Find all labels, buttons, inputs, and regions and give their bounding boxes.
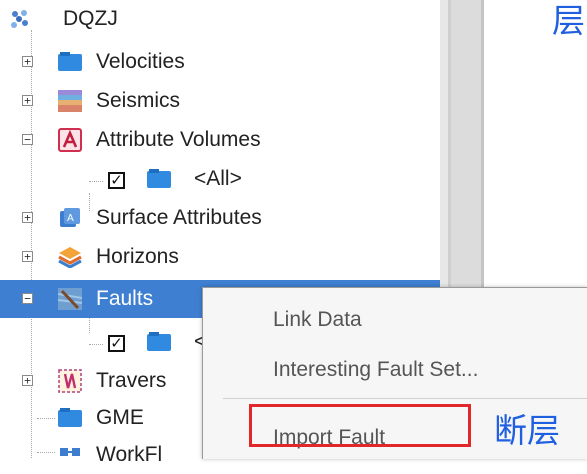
menu-separator: [223, 398, 587, 399]
tree-item-label: Faults: [96, 287, 154, 310]
annotation-text-top: 层: [552, 1, 585, 40]
tree-item-label: WorkFl: [96, 443, 163, 466]
tree-item-label: Attribute Volumes: [96, 128, 261, 151]
workflow-icon: [58, 444, 82, 466]
folder-icon: [147, 168, 171, 190]
tree-item-label: Seismics: [96, 89, 181, 112]
seismic-icon: [58, 90, 82, 112]
attribute-volume-icon: [58, 128, 82, 152]
folder-icon: [147, 331, 171, 353]
tree-item-label: <All>: [194, 167, 242, 190]
tree-item-label: GME: [96, 406, 144, 429]
expand-icon[interactable]: +: [22, 56, 33, 67]
tree-item-attribute-volumes[interactable]: − Attribute Volumes: [0, 121, 440, 159]
menu-item-link-data[interactable]: Link Data: [273, 308, 362, 332]
highlight-box: [249, 404, 471, 447]
tree-item-label: Travers: [96, 369, 167, 392]
folder-icon: [58, 407, 82, 429]
menu-item-interesting-fault-set[interactable]: Interesting Fault Set...: [273, 358, 478, 382]
checkbox[interactable]: ✓: [108, 335, 125, 352]
tree-item-velocities[interactable]: + Velocities: [0, 43, 440, 81]
tree-root-label: DQZJ: [63, 7, 118, 30]
horizons-icon: [58, 246, 82, 268]
tree-item-label: Velocities: [96, 50, 185, 73]
annotation-text-fault: 断层: [494, 411, 560, 450]
project-icon: [8, 8, 32, 30]
checkbox[interactable]: ✓: [108, 172, 125, 189]
traverse-icon: [58, 369, 82, 393]
svg-text:A: A: [67, 213, 74, 224]
collapse-icon[interactable]: −: [22, 134, 33, 145]
tree-item-seismics[interactable]: + Seismics: [0, 82, 440, 120]
tree-item-label: Horizons: [96, 245, 179, 268]
tree-item-all-attribute-volumes[interactable]: ✓ <All>: [0, 160, 440, 198]
expand-icon[interactable]: +: [22, 375, 33, 386]
expand-icon[interactable]: +: [22, 212, 33, 223]
tree-root-dqzj[interactable]: DQZJ: [0, 0, 440, 38]
surface-attribute-icon: A: [58, 207, 82, 229]
tree-item-horizons[interactable]: + Horizons: [0, 238, 440, 276]
faults-icon: [58, 288, 82, 310]
tree-item-surface-attributes[interactable]: + A Surface Attributes: [0, 199, 440, 237]
expand-icon[interactable]: +: [22, 95, 33, 106]
collapse-icon[interactable]: −: [22, 293, 33, 304]
expand-icon[interactable]: +: [22, 251, 33, 262]
tree-item-label: Surface Attributes: [96, 206, 262, 229]
folder-icon: [58, 51, 82, 73]
